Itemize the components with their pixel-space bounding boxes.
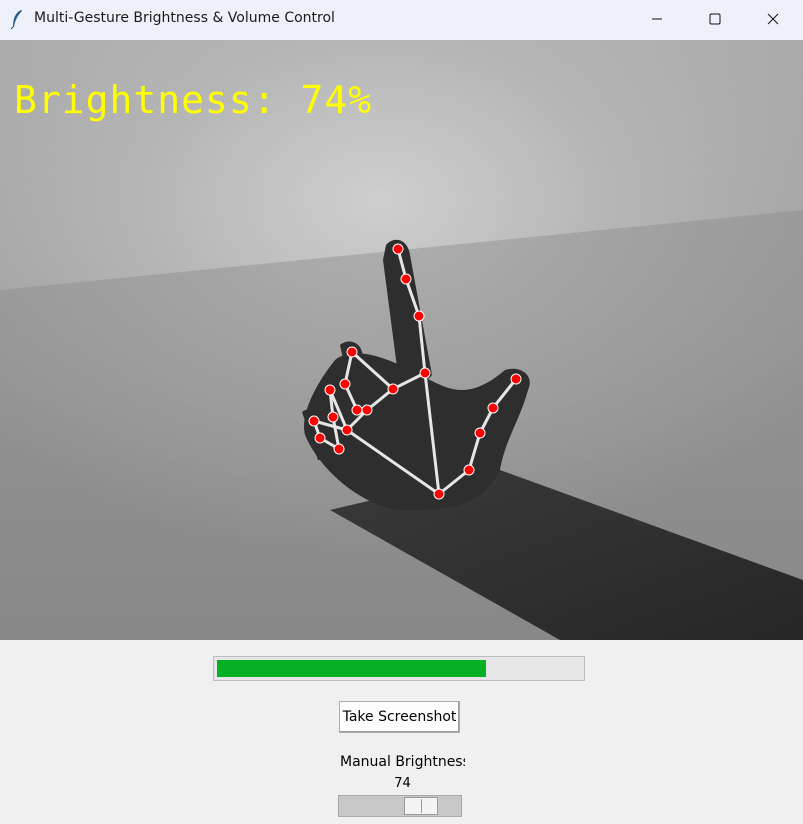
manual-brightness-value: 74 [394,776,411,791]
window-title: Multi-Gesture Brightness & Volume Contro… [34,10,335,26]
landmark-ring-mcp [361,404,373,416]
close-icon [767,13,779,25]
landmark-ring-pip [324,384,336,396]
landmark-index-pip [413,310,425,322]
landmark-middle-dip [339,378,351,390]
maximize-button[interactable] [686,0,744,38]
brightness-progress-bar [213,656,585,681]
landmark-thumb-tip [510,373,522,385]
landmark-ring-dip [327,411,339,423]
camera-feed: Brightness: 74% [0,40,803,640]
close-button[interactable] [744,0,802,38]
slider-handle[interactable] [404,797,438,815]
landmark-index-tip [392,243,404,255]
landmark-middle-mcp [387,383,399,395]
landmark-thumb-cmc [463,464,475,476]
landmark-thumb-ip [487,402,499,414]
landmark-index-mcp [419,367,431,379]
brightness-overlay-text: Brightness: 74% [14,78,373,122]
manual-brightness-label: Manual Brightness [340,754,465,770]
minimize-icon [652,18,662,20]
landmark-pinky-mcp [341,424,353,436]
landmark-index-dip [400,273,412,285]
progress-fill [217,660,486,677]
feather-icon [10,10,22,29]
landmark-middle-tip [351,404,363,416]
landmark-middle-pip [346,346,358,358]
maximize-icon [709,13,721,25]
landmark-wrist [433,488,445,500]
title-bar: Multi-Gesture Brightness & Volume Contro… [0,0,803,40]
minimize-button[interactable] [628,0,686,38]
take-screenshot-button[interactable]: Take Screenshot [339,701,460,733]
landmark-pinky-dip [314,432,326,444]
camera-scene [0,210,803,640]
landmark-pinky-tip [333,443,345,455]
landmark-thumb-mcp [474,427,486,439]
landmark-pinky-pip [308,415,320,427]
manual-brightness-slider[interactable] [338,795,462,817]
